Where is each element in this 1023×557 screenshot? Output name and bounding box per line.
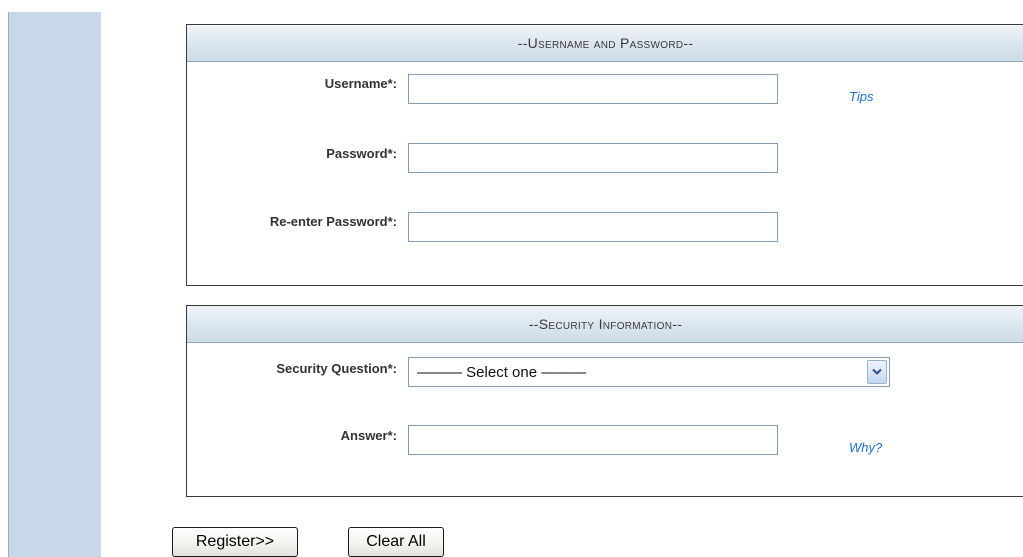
left-frame-border xyxy=(0,12,9,557)
tips-link[interactable]: Tips xyxy=(849,89,873,104)
security-question-label: Security Question*: xyxy=(276,361,397,376)
security-question-selected: ——— Select one ——— xyxy=(417,364,587,381)
password-input[interactable] xyxy=(408,143,778,173)
register-button[interactable]: Register>> xyxy=(172,527,298,557)
username-input[interactable] xyxy=(408,74,778,104)
answer-input[interactable] xyxy=(408,425,778,455)
security-question-select[interactable]: ——— Select one ——— xyxy=(408,357,890,387)
username-label: Username*: xyxy=(324,76,397,91)
sidebar xyxy=(9,12,101,557)
why-link[interactable]: Why? xyxy=(849,440,882,455)
reenter-password-input[interactable] xyxy=(408,212,778,242)
security-panel-title: --Security Information-- xyxy=(187,306,1023,343)
security-panel: --Security Information-- Security Questi… xyxy=(186,305,1023,497)
credentials-panel-title: --Username and Password-- xyxy=(187,25,1023,62)
chevron-down-icon[interactable] xyxy=(867,360,887,384)
password-label: Password*: xyxy=(326,146,397,161)
answer-label: Answer*: xyxy=(340,428,397,443)
reenter-password-label: Re-enter Password*: xyxy=(269,214,397,229)
credentials-panel: --Username and Password-- Username*: Tip… xyxy=(186,24,1023,286)
clear-all-button[interactable]: Clear All xyxy=(348,527,444,557)
